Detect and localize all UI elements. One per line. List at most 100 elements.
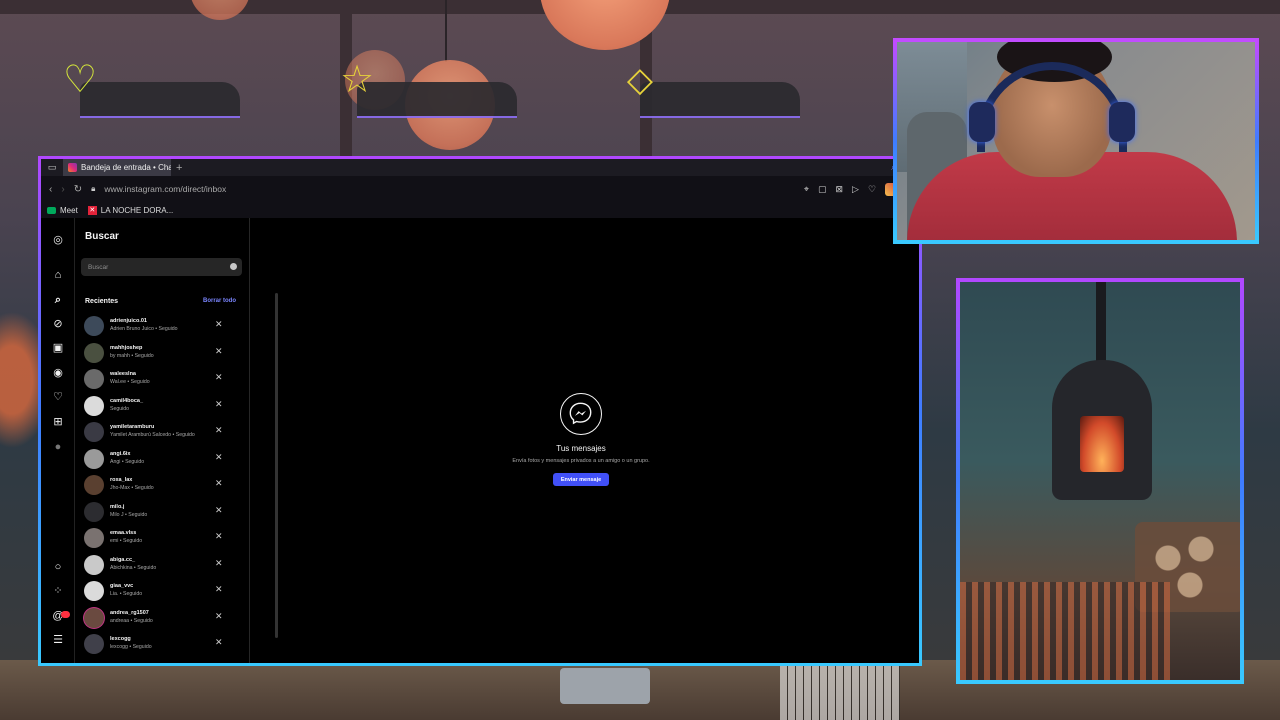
avatar — [84, 607, 104, 628]
bookmark-la-noche[interactable]: ✕ LA NOCHE DORA... — [87, 205, 173, 215]
user-info: Adrien Bruno Juico • Seguido — [110, 326, 178, 332]
search-input[interactable] — [81, 258, 242, 276]
pin-icon[interactable]: ⌖ — [804, 184, 809, 195]
remove-icon[interactable]: ✕ — [215, 319, 223, 330]
list-item[interactable]: andrea_rg1507 andreaa • Seguido ✕ — [75, 605, 242, 631]
remove-icon[interactable]: ✕ — [215, 346, 223, 357]
window-menu-icon[interactable]: ▭ — [41, 159, 63, 176]
avatar — [84, 342, 104, 363]
nav-rail: ◎ ⌂ ⌕ ⊘ ▣ ◉ ♡ ⊞ ● ○ ⁘ @ ☰ — [41, 218, 75, 663]
avatar — [84, 528, 104, 548]
send-message-button[interactable]: Enviar mensaje — [553, 473, 609, 486]
list-item[interactable]: waleeslna Wal.ee • Seguido ✕ — [75, 366, 242, 392]
webcam-frame — [893, 38, 1259, 244]
user-info: Abichkina • Seguido — [110, 564, 157, 571]
lock-icon[interactable]: 🔒︎ — [91, 184, 95, 194]
user-info: Seguido — [110, 405, 130, 412]
tab-instagram[interactable]: Bandeja de entrada • Chat — [63, 159, 171, 176]
profile-icon[interactable]: ● — [41, 440, 75, 454]
username: yamiletaramburu — [110, 424, 155, 430]
search-box — [81, 258, 242, 276]
tab-title: Bandeja de entrada • Chat — [81, 163, 171, 172]
reels-icon[interactable]: ▣ — [41, 341, 75, 355]
search-icon[interactable]: ⌕ — [41, 293, 75, 307]
user-info: by mahh • Seguido — [110, 352, 154, 359]
remove-icon[interactable]: ✕ — [215, 558, 223, 569]
list-item[interactable]: mahhjoshep by mahh • Seguido ✕ — [75, 340, 242, 366]
remove-icon[interactable]: ✕ — [215, 637, 223, 648]
inbox-empty-state: Tus mensajes Envía fotos y mensajes priv… — [250, 218, 919, 663]
new-tab-button[interactable]: + — [171, 162, 182, 174]
browser-window: ▭ Bandeja de entrada • Chat + ⌕ — ‹ › ↻ … — [38, 156, 922, 666]
home-icon[interactable]: ⌂ — [41, 268, 75, 282]
rug — [960, 582, 1170, 680]
user-info: Yamilet Aramburú Salcedo • Seguido — [110, 432, 195, 438]
list-item[interactable]: abiga.cc_ Abichkina • Seguido ✕ — [75, 552, 242, 578]
instagram-page: ◎ ⌂ ⌕ ⊘ ▣ ◉ ♡ ⊞ ● ○ ⁘ @ ☰ Buscar Recient… — [41, 218, 919, 663]
url-field[interactable]: www.instagram.com/direct/inbox — [104, 184, 226, 194]
back-icon[interactable]: ‹ — [49, 184, 52, 195]
block-icon[interactable]: ⊠ — [835, 184, 843, 195]
user-info: lexcogg • Seguido — [110, 644, 152, 650]
instagram-favicon-icon — [68, 163, 77, 172]
notification-badge — [61, 611, 70, 618]
favorite-icon[interactable]: ♡ — [868, 184, 876, 195]
username: emaa.vlss — [110, 530, 137, 536]
clear-all-button[interactable]: Borrar todo — [203, 298, 236, 304]
list-item[interactable]: roxa_lax Jho-Max • Seguido ✕ — [75, 472, 242, 498]
bookmark-meet[interactable]: Meet — [47, 206, 78, 215]
follower-stat-slot — [80, 82, 240, 118]
list-item[interactable]: lexcogg lexcogg • Seguido ✕ — [75, 631, 242, 657]
remove-icon[interactable]: ✕ — [215, 478, 223, 489]
headset — [977, 62, 1127, 152]
avatar — [84, 448, 104, 469]
remove-icon[interactable]: ✕ — [215, 505, 223, 516]
reload-icon[interactable]: ↻ — [74, 184, 82, 195]
apps-icon[interactable]: ⁘ — [41, 584, 75, 598]
search-panel: Buscar Recientes Borrar todo adrienjuico… — [75, 218, 278, 663]
remove-icon[interactable]: ✕ — [215, 399, 223, 410]
headset-ear-icon — [1109, 102, 1135, 142]
remove-icon[interactable]: ✕ — [215, 372, 223, 383]
instagram-logo-icon[interactable]: ◎ — [41, 233, 75, 247]
list-item[interactable]: emaa.vlss emi • Seguido ✕ — [75, 525, 242, 551]
donation-stat-slot — [640, 82, 800, 118]
avatar — [84, 634, 104, 654]
remove-icon[interactable]: ✕ — [215, 531, 223, 542]
list-item[interactable]: adrienjuico.01 Adrien Bruno Juico • Segu… — [75, 313, 242, 339]
explore-icon[interactable]: ⊘ — [41, 317, 75, 331]
forward-icon[interactable]: › — [61, 184, 64, 195]
meta-ai-icon[interactable]: ○ — [41, 560, 75, 574]
clear-search-icon[interactable] — [230, 263, 237, 270]
list-item[interactable]: yamiletaramburu Yamilet Aramburú Salcedo… — [75, 419, 242, 445]
messenger-icon[interactable]: ◉ — [41, 366, 75, 380]
list-item[interactable]: giaa_vvc Lia. • Seguido ✕ — [75, 578, 242, 604]
fire-icon — [1080, 416, 1124, 472]
user-info: Angi • Seguido — [110, 458, 145, 465]
remove-icon[interactable]: ✕ — [215, 452, 223, 463]
list-item[interactable]: milo.j Milo J • Seguido ✕ — [75, 499, 242, 525]
remove-icon[interactable]: ✕ — [215, 584, 223, 595]
inbox-title: Tus mensajes — [556, 444, 606, 453]
panel-title: Buscar — [85, 231, 119, 242]
avatar — [84, 316, 104, 336]
recents-heading: Recientes — [85, 298, 119, 305]
list-item[interactable]: angi.6ix Angi • Seguido ✕ — [75, 446, 242, 472]
play-icon[interactable]: ▷ — [852, 184, 859, 195]
threads-icon[interactable]: @ — [41, 609, 75, 623]
create-icon[interactable]: ⊞ — [41, 415, 75, 429]
username: angi.6ix — [110, 450, 131, 457]
list-item[interactable]: camil4boca_ Seguido ✕ — [75, 393, 242, 419]
remove-icon[interactable]: ✕ — [215, 611, 223, 622]
screenshot-icon[interactable]: ▢ — [818, 184, 827, 195]
scene-frame — [956, 278, 1244, 684]
menu-icon[interactable]: ☰ — [41, 633, 75, 647]
username: roxa_lax — [110, 477, 133, 483]
user-info: Wal.ee • Seguido — [110, 379, 150, 385]
meet-icon — [47, 206, 56, 214]
user-info: emi • Seguido — [110, 538, 143, 544]
username: waleeslna — [110, 371, 136, 377]
laptop — [560, 668, 650, 704]
notifications-icon[interactable]: ♡ — [41, 390, 75, 404]
remove-icon[interactable]: ✕ — [215, 425, 223, 436]
